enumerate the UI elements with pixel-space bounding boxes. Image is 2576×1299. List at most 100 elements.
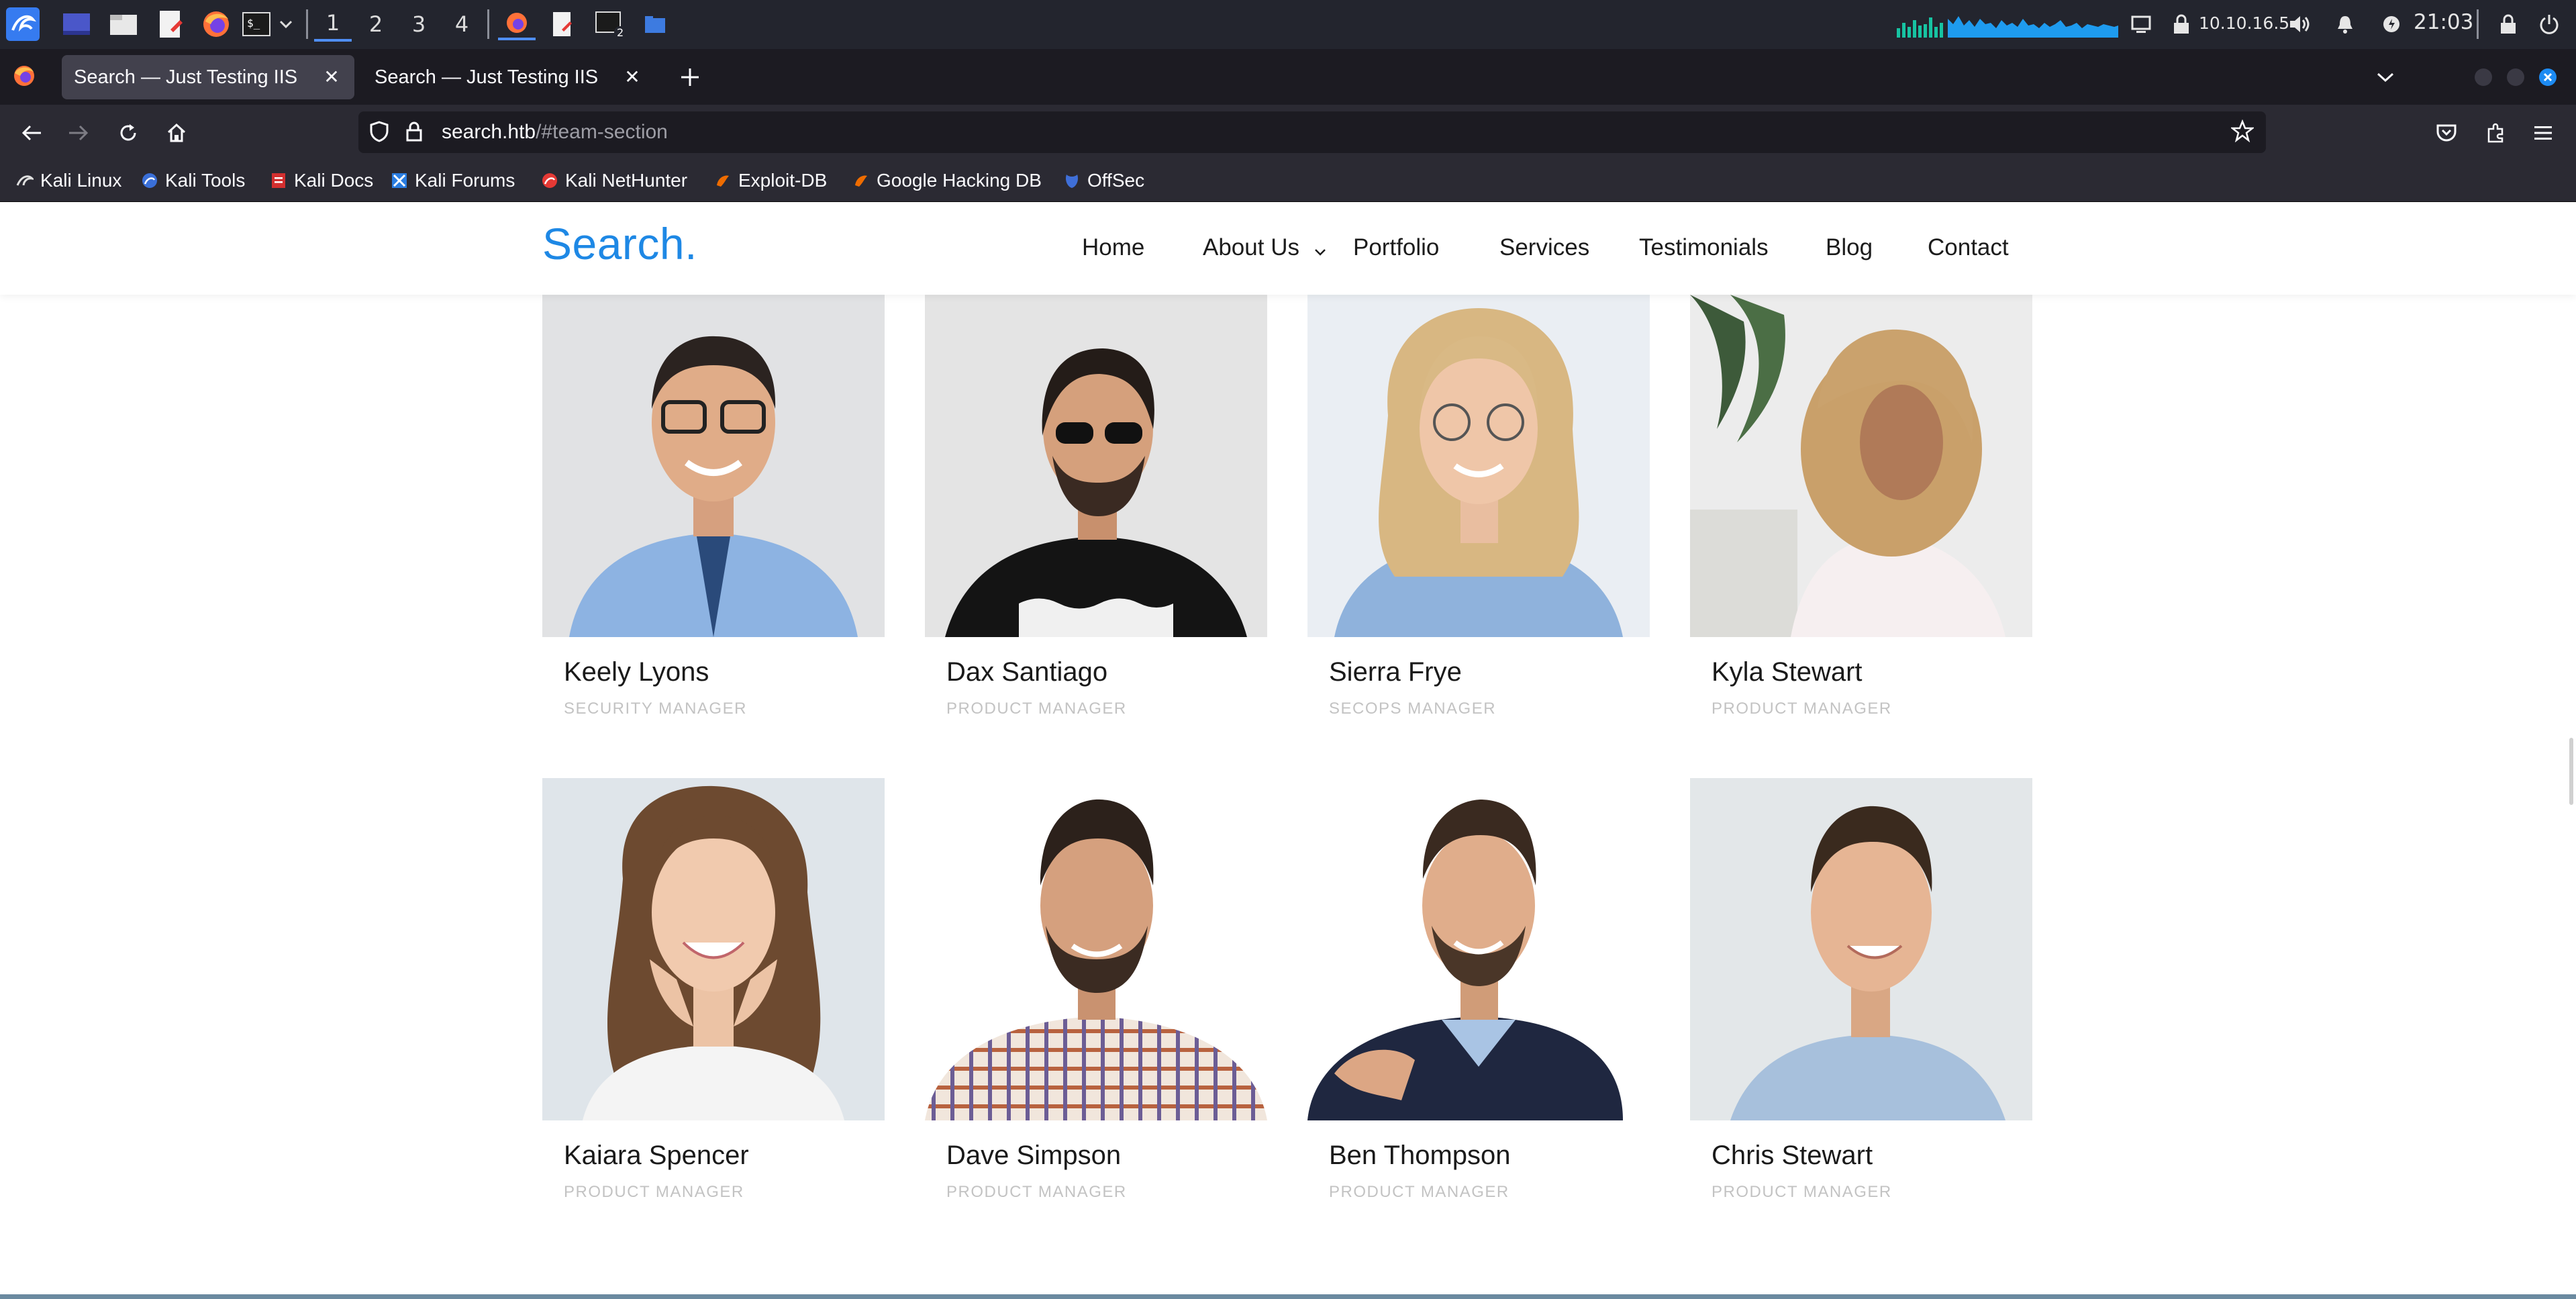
pocket-icon[interactable]: [2430, 116, 2463, 150]
terminal-launcher-icon[interactable]: $_: [239, 8, 274, 40]
workspace-1[interactable]: 1: [314, 7, 352, 42]
team-member-role: PRODUCT MANAGER: [1329, 1183, 1509, 1201]
team-member-card: Keely Lyons SECURITY MANAGER: [542, 295, 885, 718]
team-member-card: Ben Thompson PRODUCT MANAGER: [1307, 778, 1650, 1201]
bookmark-exploit-db[interactable]: Exploit-DB: [714, 167, 827, 194]
bookmark-label: Kali NetHunter: [565, 170, 688, 191]
logout-icon[interactable]: [2536, 8, 2563, 40]
workspace-4[interactable]: 4: [443, 7, 481, 42]
tab-1-close-icon[interactable]: ✕: [318, 63, 345, 90]
kali-forums-icon: [391, 172, 408, 189]
show-desktop-icon[interactable]: [59, 8, 94, 40]
kali-menu-icon[interactable]: [4, 7, 42, 41]
window-close-button[interactable]: [2538, 68, 2557, 87]
bookmark-kali-linux[interactable]: Kali Linux: [16, 167, 121, 194]
panel-separator: [487, 9, 489, 39]
tracking-shield-icon[interactable]: [369, 121, 392, 144]
tab-2-close-icon[interactable]: ✕: [619, 63, 646, 90]
launcher-dropdown-icon[interactable]: [277, 8, 295, 40]
bookmark-label: Exploit-DB: [738, 170, 828, 191]
bookmark-offsec[interactable]: OffSec: [1063, 167, 1144, 194]
team-member-photo: [542, 295, 885, 637]
team-member-photo: [1690, 778, 2032, 1120]
display-icon[interactable]: [2128, 8, 2154, 40]
team-section: Keely Lyons SECURITY MANAGER Dax Santiag…: [0, 295, 2576, 1299]
window-minimize-button[interactable]: [2474, 68, 2493, 87]
window-maximize-button[interactable]: [2506, 68, 2525, 87]
bookmark-google-hacking-db[interactable]: Google Hacking DB: [852, 167, 1042, 194]
tab-2[interactable]: Search — Just Testing IIS ✕: [362, 55, 655, 99]
nav-blog[interactable]: Blog: [1826, 234, 1873, 261]
firefox-view-icon[interactable]: [12, 64, 39, 91]
kali-docs-icon: [270, 172, 287, 189]
page-scrollbar-thumb[interactable]: [2569, 738, 2573, 805]
team-member-role: PRODUCT MANAGER: [564, 1183, 744, 1201]
panel-separator: [306, 9, 308, 39]
bookmark-kali-forums[interactable]: Kali Forums: [391, 167, 515, 194]
bookmark-star-icon[interactable]: [2230, 119, 2257, 145]
team-member-photo: [1690, 295, 2032, 637]
panel-separator: [2477, 9, 2479, 39]
team-member-role: PRODUCT MANAGER: [946, 700, 1127, 718]
vpn-lock-icon[interactable]: [2169, 8, 2193, 40]
team-member-photo: [925, 295, 1267, 637]
tab-1[interactable]: Search — Just Testing IIS ✕: [62, 55, 354, 99]
power-status-icon[interactable]: [2380, 8, 2403, 40]
tab-1-title: Search — Just Testing IIS: [74, 66, 298, 88]
bookmark-label: Kali Forums: [415, 170, 515, 191]
taskbar-firefox-icon[interactable]: [498, 8, 536, 40]
url-path: /#team-section: [536, 121, 668, 143]
nav-about-us-label: About Us: [1203, 234, 1299, 260]
url-host: search.htb: [442, 121, 536, 143]
bookmark-kali-tools[interactable]: Kali Tools: [141, 167, 245, 194]
site-header: Search. Home About Us Portfolio Services…: [0, 202, 2576, 295]
site-lock-icon[interactable]: [405, 121, 428, 144]
site-logo[interactable]: Search.: [542, 218, 697, 269]
team-member-card: Kyla Stewart PRODUCT MANAGER: [1690, 295, 2032, 718]
team-member-card: Kaiara Spencer PRODUCT MANAGER: [542, 778, 885, 1201]
nav-home[interactable]: Home: [1082, 234, 1144, 261]
url-bar[interactable]: search.htb/#team-section: [358, 111, 2266, 153]
new-tab-plus-icon[interactable]: [674, 62, 706, 92]
app-menu-hamburger-icon[interactable]: [2526, 116, 2560, 150]
firefox-launcher-icon[interactable]: [199, 8, 234, 40]
nav-testimonials[interactable]: Testimonials: [1639, 234, 1769, 261]
team-member-photo: [1307, 778, 1650, 1120]
bookmark-label: OffSec: [1087, 170, 1145, 191]
volume-icon[interactable]: [2286, 8, 2313, 40]
taskbar-terminal-icon[interactable]: 2: [592, 8, 630, 40]
taskbar-editor-icon[interactable]: [545, 8, 580, 40]
bookmark-kali-docs[interactable]: Kali Docs: [270, 167, 373, 194]
forward-arrow-icon[interactable]: [62, 116, 95, 150]
svg-text:2: 2: [617, 26, 624, 39]
workspace-2[interactable]: 2: [357, 7, 395, 42]
notification-bell-icon[interactable]: [2333, 8, 2357, 40]
bookmark-label: Google Hacking DB: [877, 170, 1042, 191]
url-text[interactable]: search.htb/#team-section: [442, 121, 668, 144]
file-manager-icon[interactable]: [106, 8, 141, 40]
bookmark-label: Kali Tools: [165, 170, 246, 191]
svg-text:$_: $_: [247, 17, 260, 30]
nav-portfolio[interactable]: Portfolio: [1353, 234, 1439, 261]
workspace-3[interactable]: 3: [400, 7, 438, 42]
nav-services[interactable]: Services: [1499, 234, 1589, 261]
team-member-photo: [1307, 295, 1650, 637]
text-editor-icon[interactable]: [153, 8, 188, 40]
back-arrow-icon[interactable]: [15, 116, 48, 150]
team-member-name: Keely Lyons: [564, 657, 709, 687]
lock-screen-icon[interactable]: [2497, 8, 2520, 40]
bookmark-kali-nethunter[interactable]: Kali NetHunter: [541, 167, 687, 194]
extensions-puzzle-icon[interactable]: [2479, 116, 2513, 150]
ghdb-icon: [852, 172, 870, 189]
nav-contact[interactable]: Contact: [1928, 234, 2009, 261]
home-icon[interactable]: [160, 116, 193, 150]
list-all-tabs-chevron-icon[interactable]: [2369, 64, 2401, 91]
reload-icon[interactable]: [111, 116, 145, 150]
exploit-db-icon: [714, 172, 732, 189]
cpu-graph-icon: [1897, 8, 2118, 40]
nav-about-us[interactable]: About Us: [1203, 234, 1326, 262]
team-member-role: SECOPS MANAGER: [1329, 700, 1497, 718]
team-member-name: Dax Santiago: [946, 657, 1108, 687]
taskbar-folder-icon[interactable]: [640, 8, 670, 40]
team-member-name: Chris Stewart: [1712, 1141, 1873, 1170]
